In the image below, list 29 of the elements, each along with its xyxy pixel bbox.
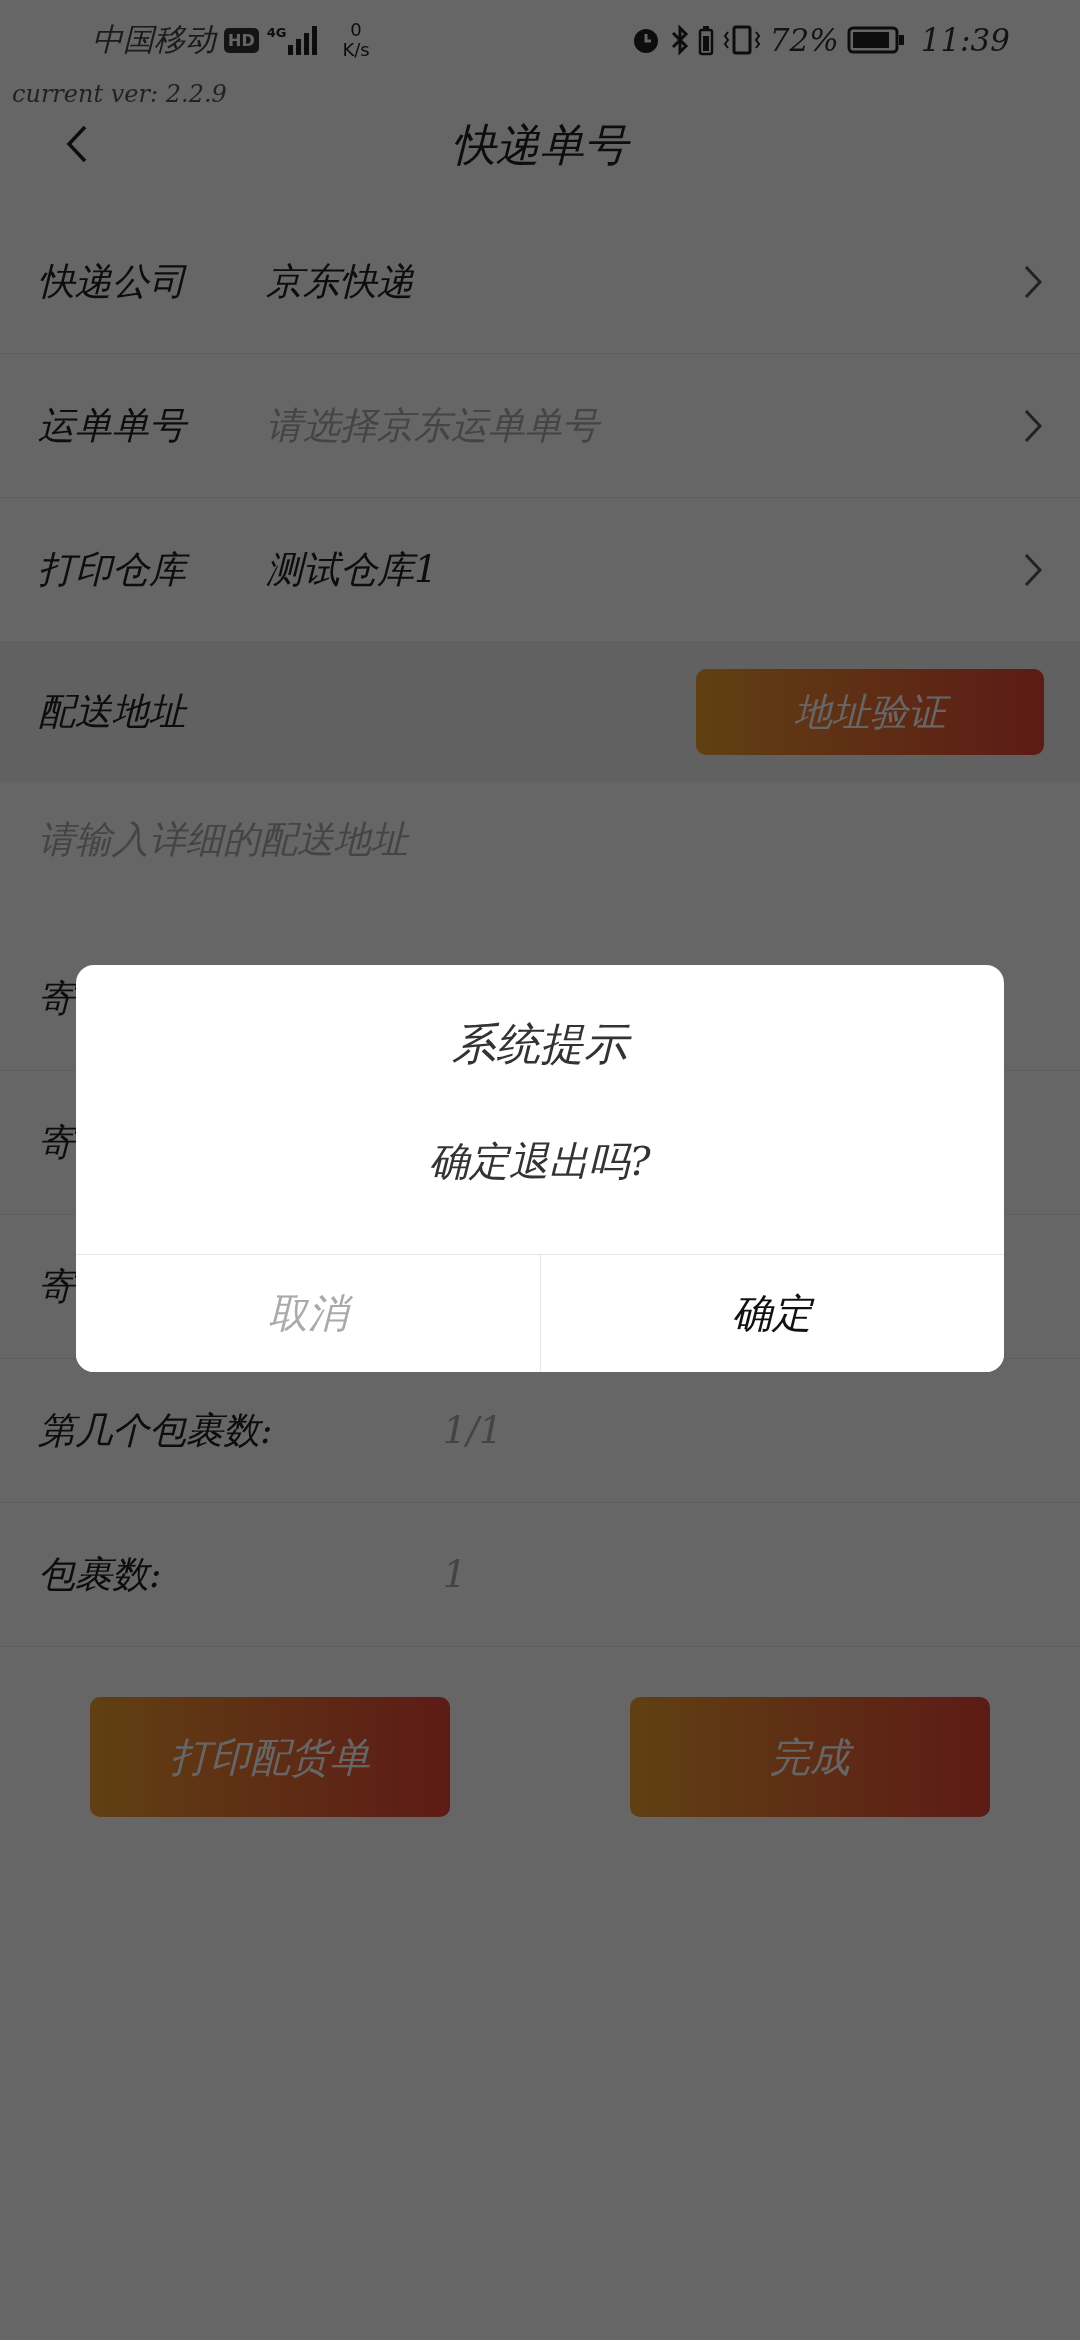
dialog-message: 确定退出吗?	[428, 1137, 652, 1186]
confirm-button[interactable]: 确定	[539, 1255, 1004, 1372]
row-label: 寄	[38, 1119, 77, 1166]
clock-time: 11:39	[920, 22, 1010, 58]
carrier-name: 中国移动	[92, 20, 216, 59]
hd-badge: HD	[224, 27, 259, 53]
form-row[interactable]: 快递公司 京东快递	[0, 210, 1080, 354]
battery-icon	[846, 25, 905, 55]
speed-value: 0	[350, 20, 362, 40]
row-value: 京东快递	[266, 258, 415, 305]
row-label: 快递公司	[38, 258, 186, 305]
dialog-title: 系统提示	[76, 1015, 1004, 1074]
verify-address-button[interactable]: 地址验证	[696, 669, 1044, 755]
speed-unit: K/s	[342, 40, 370, 60]
address-label: 配送地址	[38, 689, 186, 735]
row-label: 包裹数:	[38, 1551, 163, 1598]
version-label: current ver: 2.2.9	[12, 80, 227, 108]
row-value: 测试仓库1	[266, 546, 439, 593]
back-icon	[66, 124, 88, 164]
bluetooth-icon	[669, 24, 690, 56]
action-button[interactable]: 打印配货单	[90, 1697, 450, 1817]
battery-percent: 72%	[769, 22, 839, 58]
battery-icon	[697, 24, 714, 56]
row-label: 寄	[38, 975, 77, 1022]
vibrate-icon	[721, 24, 762, 56]
row-label: 第几个包裹数:	[38, 1407, 274, 1454]
network-type: 4G	[266, 25, 287, 40]
action-button[interactable]: 完成	[630, 1697, 990, 1817]
row-label: 寄	[38, 1263, 77, 1310]
